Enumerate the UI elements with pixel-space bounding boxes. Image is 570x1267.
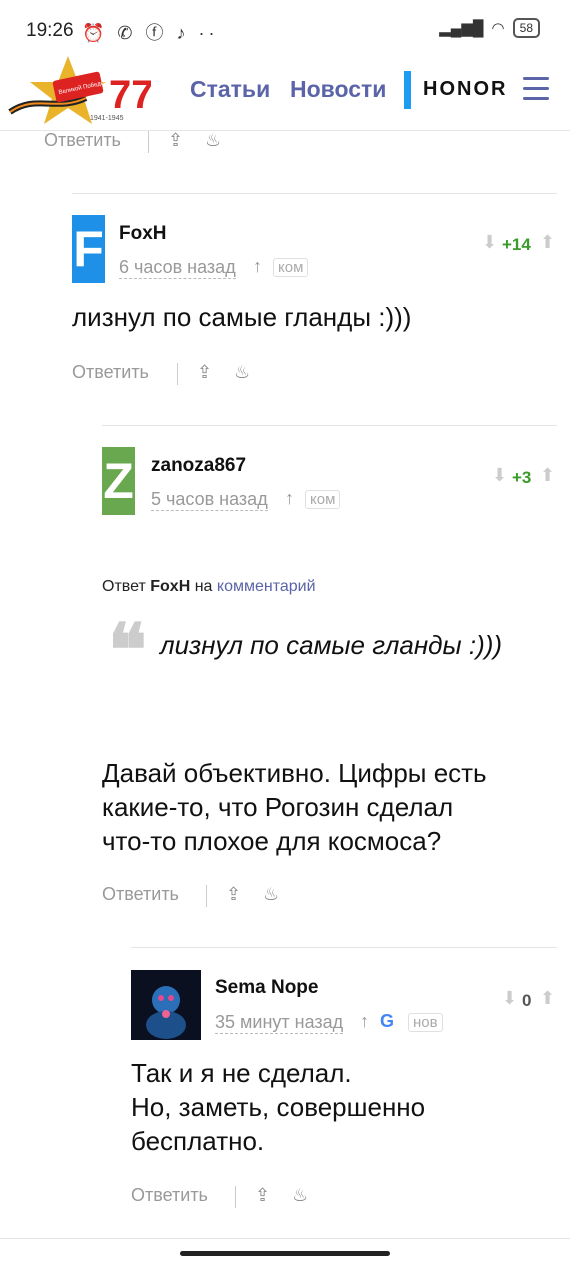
vote-count: +14 <box>502 235 531 254</box>
upvote-icon[interactable]: ⬆ <box>540 465 555 486</box>
star-icon: 77 1941-1945 Великой Победы! <box>8 56 154 124</box>
honor-brand[interactable]: HONOR <box>423 78 507 101</box>
fire-icon[interactable]: ♨ <box>292 1185 308 1206</box>
divider <box>131 947 557 948</box>
nav-news[interactable]: Новости <box>290 76 386 103</box>
comment-text: Так и я не сделал. Но, заметь, совершенн… <box>131 1056 425 1158</box>
comment-tag: ком <box>305 490 341 509</box>
comment-author[interactable]: zanoza867 <box>151 455 246 477</box>
quote-header: Ответ FoxH на комментарий <box>102 578 316 596</box>
divider <box>235 1186 236 1208</box>
site-header: 77 1941-1945 Великой Победы! Статьи Ново… <box>0 50 570 131</box>
google-icon: G <box>380 1011 395 1031</box>
fire-icon[interactable]: ♨ <box>263 884 279 905</box>
comment-tag: нов <box>408 1013 443 1032</box>
comment-tag: ком <box>273 258 309 277</box>
share-icon[interactable]: ⇪ <box>197 362 212 383</box>
divider <box>206 885 207 907</box>
status-right: ▂▄▆█ ◠ 58 <box>439 18 540 38</box>
fire-icon[interactable]: ♨ <box>205 130 221 151</box>
comment-author[interactable]: Sema Nope <box>215 977 318 999</box>
reply-button[interactable]: Ответить <box>102 884 179 905</box>
comment-line: Так и я не сделал. <box>131 1058 352 1088</box>
comment-line: что-то плохое для космоса? <box>102 826 442 856</box>
upvote-icon[interactable]: ⬆ <box>540 988 555 1009</box>
quote-mid: на <box>194 578 213 595</box>
comment-line: бесплатно. <box>131 1126 265 1156</box>
share-icon[interactable]: ⇪ <box>255 1185 270 1206</box>
status-time: 19:26 <box>26 20 74 41</box>
avatar[interactable]: F <box>72 215 105 283</box>
divider <box>0 1238 570 1239</box>
reply-button[interactable]: Ответить <box>72 362 149 383</box>
honor-accent-bar <box>404 71 411 109</box>
signal-icon: ▂▄▆█ <box>439 20 484 37</box>
downvote-icon[interactable]: ⬇ <box>502 988 517 1009</box>
logo-years: 1941-1945 <box>90 115 124 122</box>
up-arrow-icon[interactable]: ↑ <box>285 488 294 509</box>
up-arrow-icon[interactable]: ↑ <box>360 1011 369 1032</box>
logo-number: 77 <box>109 73 151 117</box>
comment-author[interactable]: FoxH <box>119 223 167 245</box>
gesture-handle[interactable] <box>180 1251 390 1256</box>
victory-logo[interactable]: 77 1941-1945 Великой Победы! <box>6 54 154 126</box>
share-icon[interactable]: ⇪ <box>226 884 241 905</box>
vote-count: 0 <box>522 991 532 1010</box>
notification-icons: ⏰ ✆ ⓕ ♪ ·· <box>82 23 219 43</box>
quote-author[interactable]: FoxH <box>150 578 190 595</box>
upvote-icon[interactable]: ⬆ <box>540 232 555 253</box>
menu-icon[interactable] <box>523 77 549 107</box>
comment-text: Давай объективно. Цифры есть какие-то, ч… <box>102 756 487 858</box>
comment-time[interactable]: 6 часов назад <box>119 257 236 279</box>
nav-articles[interactable]: Статьи <box>190 76 270 103</box>
up-arrow-icon[interactable]: ↑ <box>253 256 262 277</box>
quote-link[interactable]: комментарий <box>217 578 316 595</box>
wifi-icon: ◠ <box>491 20 505 37</box>
quote-icon: ❝ <box>108 607 147 692</box>
battery-icon: 58 <box>512 18 540 38</box>
fire-icon[interactable]: ♨ <box>234 362 250 383</box>
comment-line: Но, заметь, совершенно <box>131 1092 426 1122</box>
downvote-icon[interactable]: ⬇ <box>482 232 497 253</box>
avatar-image <box>131 970 201 1040</box>
comment-time[interactable]: 5 часов назад <box>151 489 268 511</box>
comment-line: какие-то, что Рогозин сделал <box>102 792 454 822</box>
reply-button[interactable]: Ответить <box>131 1185 208 1206</box>
avatar[interactable] <box>131 970 201 1040</box>
divider <box>177 363 178 385</box>
downvote-icon[interactable]: ⬇ <box>492 465 507 486</box>
divider <box>102 425 557 426</box>
comment-time[interactable]: 35 минут назад <box>215 1012 344 1034</box>
quote-text: лизнул по самые гланды :))) <box>160 630 503 660</box>
vote-count: +3 <box>512 468 532 487</box>
comment-text: лизнул по самые гланды :))) <box>72 302 412 332</box>
comment-line: Давай объективно. Цифры есть <box>102 758 487 788</box>
divider <box>72 193 557 194</box>
avatar[interactable]: Z <box>102 447 135 515</box>
reply-button[interactable]: Ответить <box>44 130 121 151</box>
quote-prefix: Ответ <box>102 578 146 595</box>
divider <box>148 131 149 153</box>
share-icon[interactable]: ⇪ <box>168 130 183 151</box>
